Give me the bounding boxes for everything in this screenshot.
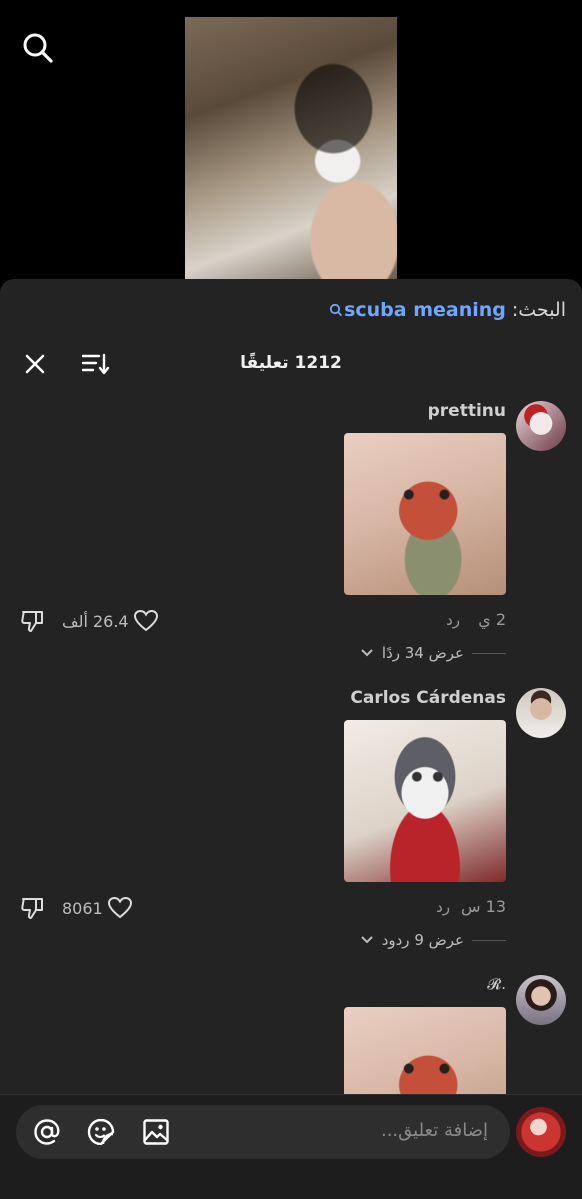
sticker-icon[interactable] <box>86 1117 116 1147</box>
comment-input-placeholder: إضافة تعليق... <box>380 1120 488 1141</box>
view-replies-label: عرض 9 ردود <box>381 931 464 949</box>
comment-time: 2 ي <box>478 610 506 629</box>
comments-header: 1212 تعليقًا <box>0 345 582 383</box>
search-small-icon <box>329 303 343 317</box>
reply-button[interactable]: رد <box>446 611 460 629</box>
search-suggestion[interactable]: البحث: scuba meaning <box>329 299 566 321</box>
view-replies-button[interactable]: عرض 34 ردًا <box>360 644 506 662</box>
comment-gif[interactable] <box>344 720 506 882</box>
image-icon[interactable] <box>141 1117 171 1147</box>
search-icon[interactable] <box>20 30 56 66</box>
comment-input[interactable]: إضافة تعليق... <box>16 1105 510 1159</box>
dislike-icon[interactable] <box>20 895 46 921</box>
video-preview[interactable] <box>185 17 397 279</box>
heart-icon <box>133 609 158 632</box>
comment-username[interactable]: prettinu <box>428 401 506 421</box>
dislike-icon[interactable] <box>20 608 46 634</box>
comment-composer-bar: إضافة تعليق... <box>0 1094 582 1199</box>
search-prefix: البحث: <box>511 299 566 321</box>
search-query-link[interactable]: scuba meaning <box>329 299 506 321</box>
avatar[interactable] <box>516 688 566 738</box>
like-button[interactable]: 26.4 ألف <box>62 609 159 633</box>
chevron-down-icon <box>361 649 373 657</box>
avatar[interactable] <box>516 975 566 1025</box>
divider <box>472 939 506 941</box>
search-query-text: scuba meaning <box>344 299 506 321</box>
avatar[interactable] <box>516 401 566 451</box>
view-replies-button[interactable]: عرض 9 ردود <box>360 931 506 949</box>
comment-count: 1212 تعليقًا <box>240 353 342 373</box>
comment-gif[interactable] <box>344 433 506 595</box>
heart-icon <box>107 896 132 919</box>
like-count: 26.4 ألف <box>62 611 129 631</box>
view-replies-label: عرض 34 ردًا <box>381 644 464 662</box>
chevron-down-icon <box>360 936 373 944</box>
like-button[interactable]: 8061 <box>62 896 133 920</box>
like-count: 8061 <box>62 898 103 918</box>
my-avatar[interactable] <box>516 1107 566 1157</box>
comment-username[interactable]: Carlos Cárdenas <box>350 688 506 708</box>
comment-time: 13 س <box>461 897 506 916</box>
reply-button[interactable]: رد <box>436 898 450 916</box>
mention-icon[interactable] <box>32 1117 62 1147</box>
divider <box>472 652 506 654</box>
comment-username[interactable]: 𝓡. <box>487 975 506 993</box>
comments-panel: البحث: scuba meaning 1212 تعليقًا pretti… <box>0 279 582 1199</box>
